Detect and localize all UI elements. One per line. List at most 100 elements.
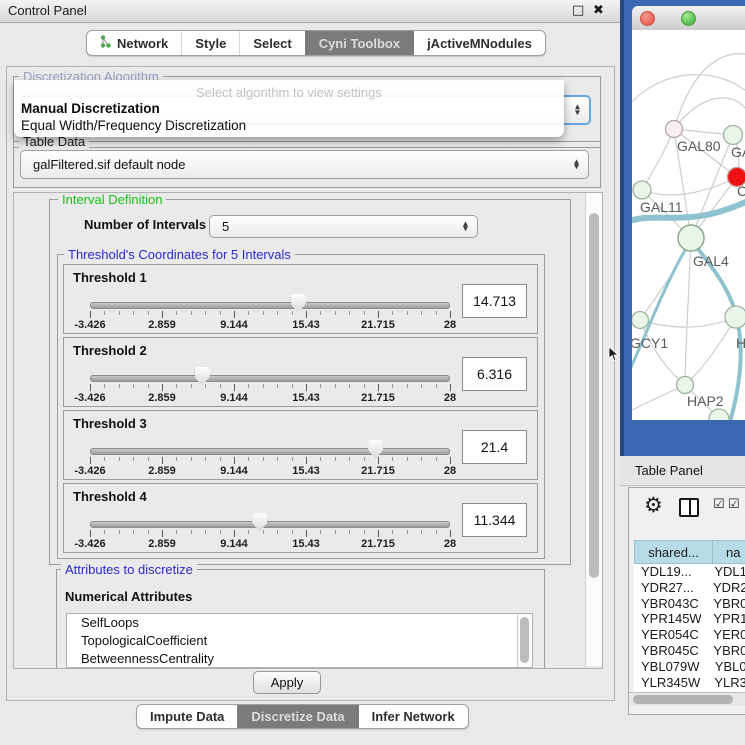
tab-style[interactable]: Style bbox=[181, 31, 239, 55]
table-row[interactable]: YPR145WYPR1 bbox=[634, 611, 745, 627]
threshold-3-slider[interactable] bbox=[90, 448, 450, 455]
table-rows: YDL19...YDL1YDR27...YDR2YBR043CYBR0YPR14… bbox=[634, 564, 745, 692]
node-gcy1[interactable] bbox=[632, 312, 649, 329]
split-columns-icon[interactable] bbox=[679, 498, 699, 517]
threshold-4-box: Threshold 4 -3.4262.8599.14415.4321.7152… bbox=[63, 483, 538, 553]
threshold-3-box: Threshold 3 -3.4262.8599.14415.4321.7152… bbox=[63, 410, 538, 480]
settings-scrollpane: Interval Definition Number of Intervals … bbox=[13, 192, 603, 669]
node-gal11[interactable] bbox=[633, 181, 651, 199]
threshold-1-box: Threshold 1 -3.4262.8599.14415.4321.7152… bbox=[63, 264, 538, 334]
node-label: GCY1 bbox=[632, 335, 668, 351]
threshold-4-label: Threshold 4 bbox=[73, 489, 147, 504]
node-label: C bbox=[737, 183, 745, 199]
thresholds-group-title: Threshold's Coordinates for 5 Intervals bbox=[64, 247, 295, 262]
node-label: GAL80 bbox=[677, 138, 721, 154]
node-gal4[interactable] bbox=[678, 225, 704, 251]
float-window-icon[interactable]: □ bbox=[572, 0, 584, 22]
list-item[interactable]: BetweennessCentrality bbox=[67, 650, 532, 668]
table-row[interactable]: YBR045CYBR0 bbox=[634, 643, 745, 659]
spinner-arrows-icon: ▲▼ bbox=[463, 221, 468, 232]
table-panel: ⚙ ☑ ☑ shared... na YDL19...YDL1YDR27...Y… bbox=[628, 487, 745, 715]
minimize-traffic-light-icon[interactable] bbox=[661, 11, 674, 24]
threshold-2-label: Threshold 2 bbox=[73, 343, 147, 358]
node-label: GAL11 bbox=[640, 199, 683, 215]
slider-ticks bbox=[90, 384, 450, 392]
cyni-mode-tabbar: Impute Data Discretize Data Infer Networ… bbox=[136, 704, 469, 729]
slider-ticks bbox=[90, 457, 450, 465]
table-data-combobox[interactable]: galFiltered.sif default node ▲▼ bbox=[20, 150, 589, 179]
threshold-1-label: Threshold 1 bbox=[73, 270, 147, 285]
combo-arrows-icon: ▲▼ bbox=[575, 105, 580, 116]
threshold-1-slider[interactable] bbox=[90, 302, 450, 309]
node-label: GA bbox=[731, 144, 745, 160]
table-panel-title: Table Panel bbox=[635, 456, 703, 485]
node-gal80[interactable] bbox=[666, 121, 683, 138]
close-traffic-light-icon[interactable] bbox=[640, 11, 655, 26]
network-view-window[interactable]: GAL80 GA C GAL11 GAL4 GCY1 H HAP2 bbox=[620, 0, 745, 456]
network-canvas[interactable]: GAL80 GA C GAL11 GAL4 GCY1 H HAP2 bbox=[632, 30, 745, 420]
number-of-intervals-value: 5 bbox=[222, 216, 229, 237]
menu-item-equal-width-frequency[interactable]: Equal Width/Frequency Discretization bbox=[21, 118, 246, 133]
node-label: H bbox=[736, 335, 745, 351]
table-horizontal-scrollbar[interactable] bbox=[629, 692, 745, 706]
table-row[interactable]: YBR043CYBR0 bbox=[634, 596, 745, 612]
table-row[interactable]: YER054CYER0 bbox=[634, 627, 745, 643]
node-hap2[interactable] bbox=[677, 377, 694, 394]
tab-cyni-toolbox[interactable]: Cyni Toolbox bbox=[305, 31, 413, 55]
table-row[interactable]: YDR27...YDR2 bbox=[634, 580, 745, 596]
tab-infer-network[interactable]: Infer Network bbox=[358, 705, 468, 728]
settings-scrollbar[interactable] bbox=[585, 193, 602, 666]
node-h[interactable] bbox=[725, 306, 745, 328]
slider-scale-labels: -3.4262.8599.14415.4321.71528 bbox=[90, 465, 450, 477]
tab-network[interactable]: Network bbox=[87, 31, 181, 55]
table-row[interactable]: YBL079WYBL0 bbox=[634, 659, 745, 675]
checkbox-icon[interactable]: ☑ bbox=[728, 497, 740, 512]
attributes-list-scrollbar[interactable] bbox=[517, 614, 532, 667]
node-ga[interactable] bbox=[724, 126, 743, 145]
threshold-3-label: Threshold 3 bbox=[73, 416, 147, 431]
slider-scale-labels: -3.4262.8599.14415.4321.71528 bbox=[90, 319, 450, 331]
slider-ticks bbox=[90, 530, 450, 538]
threshold-2-slider[interactable] bbox=[90, 375, 450, 382]
checkbox-icon[interactable]: ☑ bbox=[713, 497, 725, 512]
column-header-name[interactable]: na bbox=[713, 540, 745, 564]
number-of-intervals-label: Number of Intervals bbox=[84, 217, 206, 232]
threshold-4-value-field[interactable]: 11.344 bbox=[462, 503, 527, 537]
threshold-1-value-field[interactable]: 14.713 bbox=[462, 284, 527, 318]
node-label: GAL4 bbox=[693, 253, 729, 269]
table-row[interactable]: YDL19...YDL1 bbox=[634, 564, 745, 580]
network-graph: GAL80 GA C GAL11 GAL4 GCY1 H HAP2 bbox=[632, 30, 745, 420]
tab-select[interactable]: Select bbox=[239, 31, 304, 55]
control-panel-titlebar: Control Panel □ ✖ bbox=[0, 0, 620, 23]
zoom-traffic-light-icon[interactable] bbox=[681, 11, 696, 26]
network-icon bbox=[100, 35, 111, 51]
slider-scale-labels: -3.4262.8599.14415.4321.71528 bbox=[90, 538, 450, 550]
network-window-titlebar[interactable] bbox=[632, 6, 745, 31]
apply-button[interactable]: Apply bbox=[253, 671, 321, 694]
numerical-attributes-label: Numerical Attributes bbox=[65, 589, 192, 604]
numerical-attributes-list[interactable]: SelfLoopsTopologicalCoefficientBetweenne… bbox=[66, 613, 533, 668]
node-label: HAP2 bbox=[687, 393, 724, 409]
table-data-selected: galFiltered.sif default node bbox=[33, 151, 185, 178]
table-row[interactable]: YLR345WYLR3 bbox=[634, 675, 745, 691]
window-frame-edge bbox=[620, 0, 624, 456]
window-title: Control Panel bbox=[8, 0, 87, 22]
list-item[interactable]: TopologicalCoefficient bbox=[67, 632, 532, 650]
menu-item-manual-discretization[interactable]: Manual Discretization bbox=[21, 101, 160, 116]
tab-jactivemnodules[interactable]: jActiveMNodules bbox=[413, 31, 545, 55]
list-item[interactable]: SelfLoops bbox=[67, 614, 532, 632]
threshold-3-value-field[interactable]: 21.4 bbox=[462, 430, 527, 464]
close-window-icon[interactable]: ✖ bbox=[593, 0, 604, 22]
tab-discretize-data[interactable]: Discretize Data bbox=[237, 705, 357, 728]
interval-definition-group-title: Interval Definition bbox=[58, 192, 166, 207]
combo-arrows-icon: ▲▼ bbox=[574, 159, 579, 170]
tab-impute-data[interactable]: Impute Data bbox=[137, 705, 237, 728]
column-header-shared-name[interactable]: shared... bbox=[634, 540, 713, 564]
gear-icon[interactable]: ⚙ bbox=[644, 493, 663, 517]
algorithm-dropdown-popup: Select algorithm to view settings Manual… bbox=[14, 80, 564, 137]
threshold-2-value-field[interactable]: 6.316 bbox=[462, 357, 527, 391]
screen: Control Panel □ ✖ Network Style Select C… bbox=[0, 0, 745, 745]
algorithm-hint: Select algorithm to view settings bbox=[14, 85, 564, 100]
number-of-intervals-spinner[interactable]: 5 ▲▼ bbox=[209, 215, 478, 238]
threshold-4-slider[interactable] bbox=[90, 521, 450, 528]
